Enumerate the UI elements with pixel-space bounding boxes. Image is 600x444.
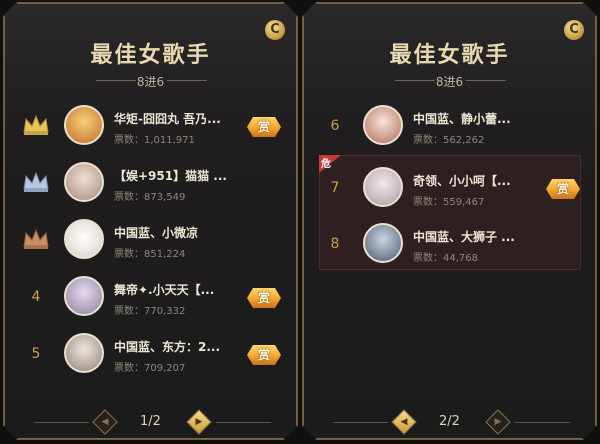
singer-name[interactable]: 华矩-囧囧丸 吾乃... xyxy=(114,110,221,127)
avatar[interactable] xyxy=(64,219,104,259)
reward-button[interactable]: 赏 xyxy=(247,288,281,308)
vote-count: 票数：562,262 xyxy=(413,135,485,146)
list-item: 华矩-囧囧丸 吾乃... 票数：1,011,971 赏 xyxy=(4,101,297,158)
vote-count: 票数：873,549 xyxy=(114,192,186,203)
divider xyxy=(167,80,207,81)
list-item: 4 舞帝✦.小天天【... 票数：770,332 赏 xyxy=(4,272,297,329)
vote-count: 票数：1,011,971 xyxy=(114,135,195,146)
rank-number: 7 xyxy=(330,180,340,196)
list-item: 7 奇领、小小呵【... 票数：559,467 赏 xyxy=(303,163,596,220)
rank-number: 4 xyxy=(31,289,41,305)
rank-number: 6 xyxy=(330,118,340,134)
gold-crown-icon xyxy=(22,114,50,138)
panel-title: 最佳女歌手 xyxy=(389,43,510,68)
divider xyxy=(515,422,570,423)
avatar[interactable] xyxy=(64,105,104,145)
chevron-right-icon: ▶ xyxy=(195,417,203,427)
vote-count: 票数：709,207 xyxy=(114,363,186,374)
ranking-panel-page-1: C 最佳女歌手 8进6 华矩-囧囧丸 吾乃... 票数：1,011,971 赏 xyxy=(3,2,298,440)
list-item: 8 中国蓝、大狮子 ... 票数：44,768 xyxy=(303,219,596,276)
panel-subtitle: 8进6 xyxy=(435,75,464,89)
singer-name[interactable]: 奇领、小小呵【... xyxy=(413,172,511,189)
divider xyxy=(216,422,271,423)
reward-button[interactable]: 赏 xyxy=(247,345,281,365)
singer-name[interactable]: 【娱+951】猫猫 ... xyxy=(114,167,227,184)
pagination: ◀ 2/2 ▶ xyxy=(303,409,596,437)
rank-number: 8 xyxy=(330,236,340,252)
list-item: 5 中国蓝、东方：2... 票数：709,207 赏 xyxy=(4,329,297,386)
avatar[interactable] xyxy=(363,105,403,145)
singer-name[interactable]: 中国蓝、大狮子 ... xyxy=(413,228,515,245)
list-item: 中国蓝、小微凉 票数：851,224 xyxy=(4,215,297,272)
singer-name[interactable]: 中国蓝、东方：2... xyxy=(114,338,220,355)
reward-button[interactable]: 赏 xyxy=(546,179,580,199)
chevron-right-icon: ▶ xyxy=(494,417,502,427)
awards-stage: C 最佳女歌手 8进6 华矩-囧囧丸 吾乃... 票数：1,011,971 赏 xyxy=(0,0,600,444)
rank-number: 5 xyxy=(31,346,41,362)
reward-button[interactable]: 赏 xyxy=(247,117,281,137)
vote-count: 票数：770,332 xyxy=(114,306,186,317)
list-item: 6 中国蓝、静小蕾... 票数：562,262 xyxy=(303,101,596,158)
avatar[interactable] xyxy=(64,276,104,316)
avatar[interactable] xyxy=(363,167,403,207)
silver-crown-icon xyxy=(22,171,50,195)
vote-count: 票数：44,768 xyxy=(413,253,478,264)
list-item: 【娱+951】猫猫 ... 票数：873,549 xyxy=(4,158,297,215)
bronze-crown-icon xyxy=(22,228,50,252)
avatar[interactable] xyxy=(64,162,104,202)
vote-count: 票数：559,467 xyxy=(413,197,485,208)
vote-count: 票数：851,224 xyxy=(114,249,186,260)
singer-name[interactable]: 舞帝✦.小天天【... xyxy=(114,281,214,298)
avatar[interactable] xyxy=(363,223,403,263)
pagination: ◀ 1/2 ▶ xyxy=(4,409,297,437)
panel-title: 最佳女歌手 xyxy=(90,43,211,68)
divider xyxy=(466,80,506,81)
ranking-panel-page-2: C 最佳女歌手 8进6 危 6 中国蓝、静小蕾... 票数：562,262 7 … xyxy=(302,2,597,440)
singer-name[interactable]: 中国蓝、静小蕾... xyxy=(413,110,511,127)
singer-name[interactable]: 中国蓝、小微凉 xyxy=(114,224,198,241)
avatar[interactable] xyxy=(64,333,104,373)
panel-subtitle: 8进6 xyxy=(136,75,165,89)
